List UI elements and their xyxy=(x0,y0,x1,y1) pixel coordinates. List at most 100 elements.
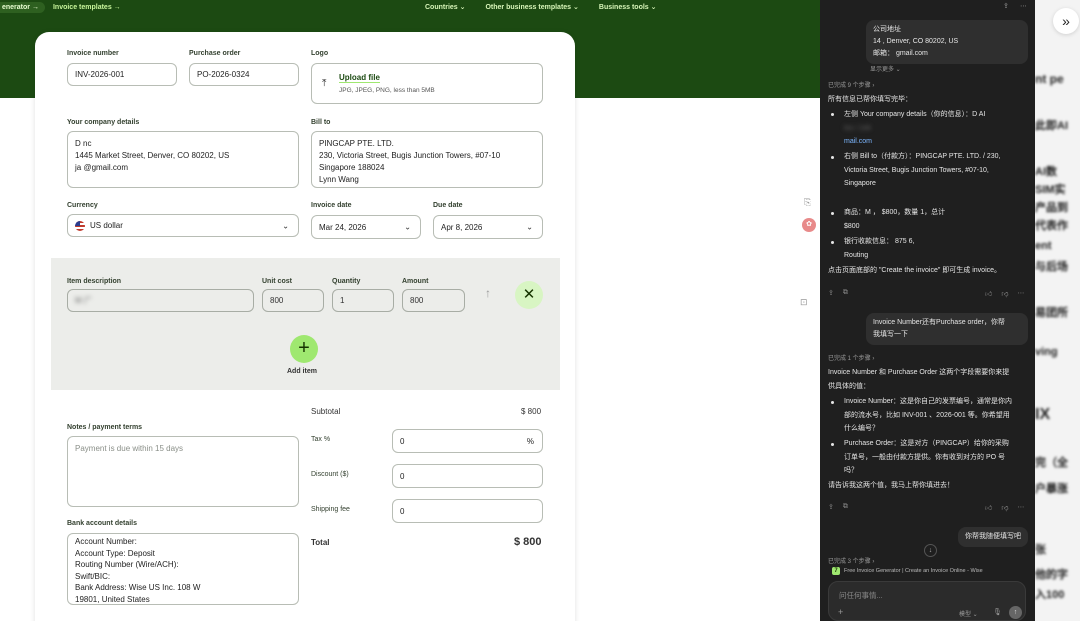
background-text-fragment: 他的字 xyxy=(1035,569,1068,581)
user-bubble-fill-random: 你帮我随便填写吧 xyxy=(958,527,1028,547)
copy-icon[interactable]: ⧉ xyxy=(843,503,848,511)
us-flag-icon xyxy=(75,220,85,231)
invoice-web-page: enerator → Invoice templates → Countries… xyxy=(0,0,820,621)
bank-line: Routing Number (Wire/ACH): xyxy=(75,560,179,570)
reply-line: Invoice Number：这是你自己的发票编号，通常是你内 xyxy=(844,398,1013,405)
background-page-strip: » nt pe 此即AI AI数 SIM实 产品到 代表作 ent 与后场 易团… xyxy=(1035,0,1080,621)
copy-icon[interactable]: ⧉ xyxy=(843,289,848,297)
discount-input[interactable]: 0 xyxy=(392,464,543,488)
message-actions: ⇪ ⧉ xyxy=(828,289,848,297)
reply-line: 订单号，一般由付款方提供。你有收到对方的 PO 号 xyxy=(844,453,1006,461)
background-text-fragment: 户暴涨 xyxy=(1035,483,1068,495)
bill-to-textarea[interactable]: PINGCAP PTE. LTD. 230, Victoria Street, … xyxy=(311,131,543,188)
nav-countries[interactable]: Countries ⌄ xyxy=(425,3,465,11)
due-date-value: Apr 8, 2026 xyxy=(441,222,483,232)
steps-completed-1[interactable]: 已完成 1 个步骤 › xyxy=(828,353,874,362)
assistant-bullet-1: 左侧 Your company details（你的信息）：D AI Inc /… xyxy=(844,108,1034,149)
shipping-label: Shipping fee xyxy=(311,506,350,513)
background-text-fragment: 入100 xyxy=(1035,589,1065,601)
reply-line: 部的流水号，比如 INV-001 、2026-001 等。你希望用 xyxy=(844,411,1010,419)
add-item-button[interactable]: + xyxy=(290,335,318,363)
steps-completed-9[interactable]: 已完成 9 个步骤 › xyxy=(828,80,874,89)
translate-icon[interactable]: ⎘ xyxy=(804,197,811,208)
notes-placeholder: Payment is due within 15 days xyxy=(75,444,184,453)
tax-input[interactable]: 0 % xyxy=(392,429,543,453)
background-text-fragment: 完（全 xyxy=(1035,457,1068,469)
close-icon: ✕ xyxy=(522,286,536,303)
subtotal-label: Subtotal xyxy=(311,407,341,416)
invoice-number-input[interactable]: INV-2026-001 xyxy=(67,63,177,86)
nav-invoice-templates[interactable]: Invoice templates → xyxy=(53,4,121,11)
subtotal-value: $ 800 xyxy=(521,407,542,416)
amount-label: Amount xyxy=(402,278,429,285)
currency-value: US dollar xyxy=(90,221,123,230)
add-attachment-icon[interactable]: + xyxy=(838,607,843,617)
amount-input[interactable]: 800 xyxy=(402,289,465,312)
share-icon[interactable]: ⇪ xyxy=(828,503,834,511)
steps-completed-3[interactable]: 已完成 3 个步骤 › xyxy=(828,556,874,565)
logo-upload-area[interactable]: ⤒ Upload file JPG, JPEG, PNG, less than … xyxy=(311,63,543,104)
bullet-icon xyxy=(830,440,836,446)
background-text-fragment: ent xyxy=(1035,240,1052,252)
item-description-input[interactable]: M 广 xyxy=(67,289,254,312)
due-date-select[interactable]: Apr 8, 2026 ⌄ xyxy=(433,215,543,239)
thumbs-up-icon[interactable]: 👍︎ xyxy=(985,289,992,298)
upload-file-link[interactable]: Upload file xyxy=(339,73,380,83)
total-value: $ 800 xyxy=(514,536,542,548)
company-line: 1445 Market Street, Denver, CO 80202, US xyxy=(75,151,230,160)
show-more-toggle[interactable]: 显示更多 ⌄ xyxy=(870,64,901,73)
send-button[interactable]: ↑ xyxy=(1009,606,1022,619)
message-feedback: 👍︎ 👎︎ ⋯ xyxy=(985,289,1024,298)
reply-line: 吗？ xyxy=(844,467,858,474)
share-icon[interactable]: ⇪ xyxy=(828,289,834,297)
share-icon[interactable]: ⇪ xyxy=(1003,2,1009,10)
company-details-textarea[interactable]: D nc 1445 Market Street, Denver, CO 8020… xyxy=(67,131,299,188)
scroll-down-icon[interactable]: ↓ xyxy=(924,544,937,557)
add-item-label: Add item xyxy=(287,368,317,375)
assistant-avatar-icon[interactable]: ✿ xyxy=(802,218,816,232)
model-select[interactable]: 模型 ⌄ xyxy=(959,609,978,618)
reply-line: Invoice Number 和 Purchase Order 这两个字段需要你… xyxy=(828,369,1010,376)
expand-panel-button[interactable]: » xyxy=(1053,8,1079,34)
reply-line: 什么编号？ xyxy=(844,425,879,432)
background-text-fragment: 代表作 xyxy=(1035,220,1068,232)
notes-textarea[interactable]: Payment is due within 15 days xyxy=(67,436,299,507)
more-icon[interactable]: ⋯ xyxy=(1017,503,1024,512)
currency-select[interactable]: US dollar ⌄ xyxy=(67,214,299,237)
reply-line: Purchase Order：这是对方（PINGCAP）给你的采购 xyxy=(844,440,1009,447)
unit-cost-input[interactable]: 800 xyxy=(262,289,324,312)
bullet-icon xyxy=(830,209,836,215)
thumbs-down-icon[interactable]: 👎︎ xyxy=(1001,289,1008,298)
nav-other-templates[interactable]: Other business templates ⌄ xyxy=(485,3,578,11)
nav-business-tools[interactable]: Business tools ⌄ xyxy=(599,3,657,11)
thumbs-up-icon[interactable]: 👍︎ xyxy=(985,503,992,512)
background-text-fragment: 易团所 xyxy=(1035,307,1068,319)
line-item-section: Item description M 广 Unit cost 800 Quant… xyxy=(51,258,560,390)
bill-to-line: PINGCAP PTE. LTD. xyxy=(319,139,394,148)
more-icon[interactable]: ⋯ xyxy=(1017,289,1024,298)
background-text-fragment: 张 xyxy=(1035,544,1046,556)
invoice-date-value: Mar 24, 2026 xyxy=(319,222,367,232)
remove-item-button[interactable]: ✕ xyxy=(515,281,543,309)
chat-panel: ⇪ ⋯ 公司地址 14 , Denver, CO 80202, US 邮箱： g… xyxy=(820,0,1035,621)
bank-details-textarea[interactable]: Account Number: Account Type: Deposit Ro… xyxy=(67,533,299,605)
purchase-order-input[interactable]: PO-2026-0324 xyxy=(189,63,299,86)
bubble-line: Invoice Number还有Purchase order，你帮 xyxy=(873,319,1005,326)
source-link[interactable]: 7 Free Invoice Generator | Create an Inv… xyxy=(832,567,983,575)
microphone-icon[interactable]: 🎙︎ xyxy=(993,608,1002,616)
bullet-line: 商品：M ， $800，数量 1，总计 xyxy=(844,209,946,216)
move-up-arrow-icon[interactable]: ↑ xyxy=(485,286,491,300)
upload-icon: ⤒ xyxy=(322,78,327,89)
invoice-date-select[interactable]: Mar 24, 2026 ⌄ xyxy=(311,215,421,239)
item-description-label: Item description xyxy=(67,278,122,285)
thumbs-down-icon[interactable]: 👎︎ xyxy=(1001,503,1008,512)
reply-line: 供具体的值： xyxy=(828,382,870,390)
currency-label: Currency xyxy=(67,202,98,209)
more-icon[interactable]: ⋯ xyxy=(1020,2,1027,10)
shipping-input[interactable]: 0 xyxy=(392,499,543,523)
chat-input-box[interactable]: 问任何事情... + 模型 ⌄ 🎙︎ ↑ xyxy=(828,581,1026,621)
screenshot-icon[interactable]: ⊡ xyxy=(800,297,808,308)
bullet-line: $800 xyxy=(844,222,860,230)
quantity-input[interactable]: 1 xyxy=(332,289,394,312)
nav-pill-generator[interactable]: enerator → xyxy=(0,1,45,13)
